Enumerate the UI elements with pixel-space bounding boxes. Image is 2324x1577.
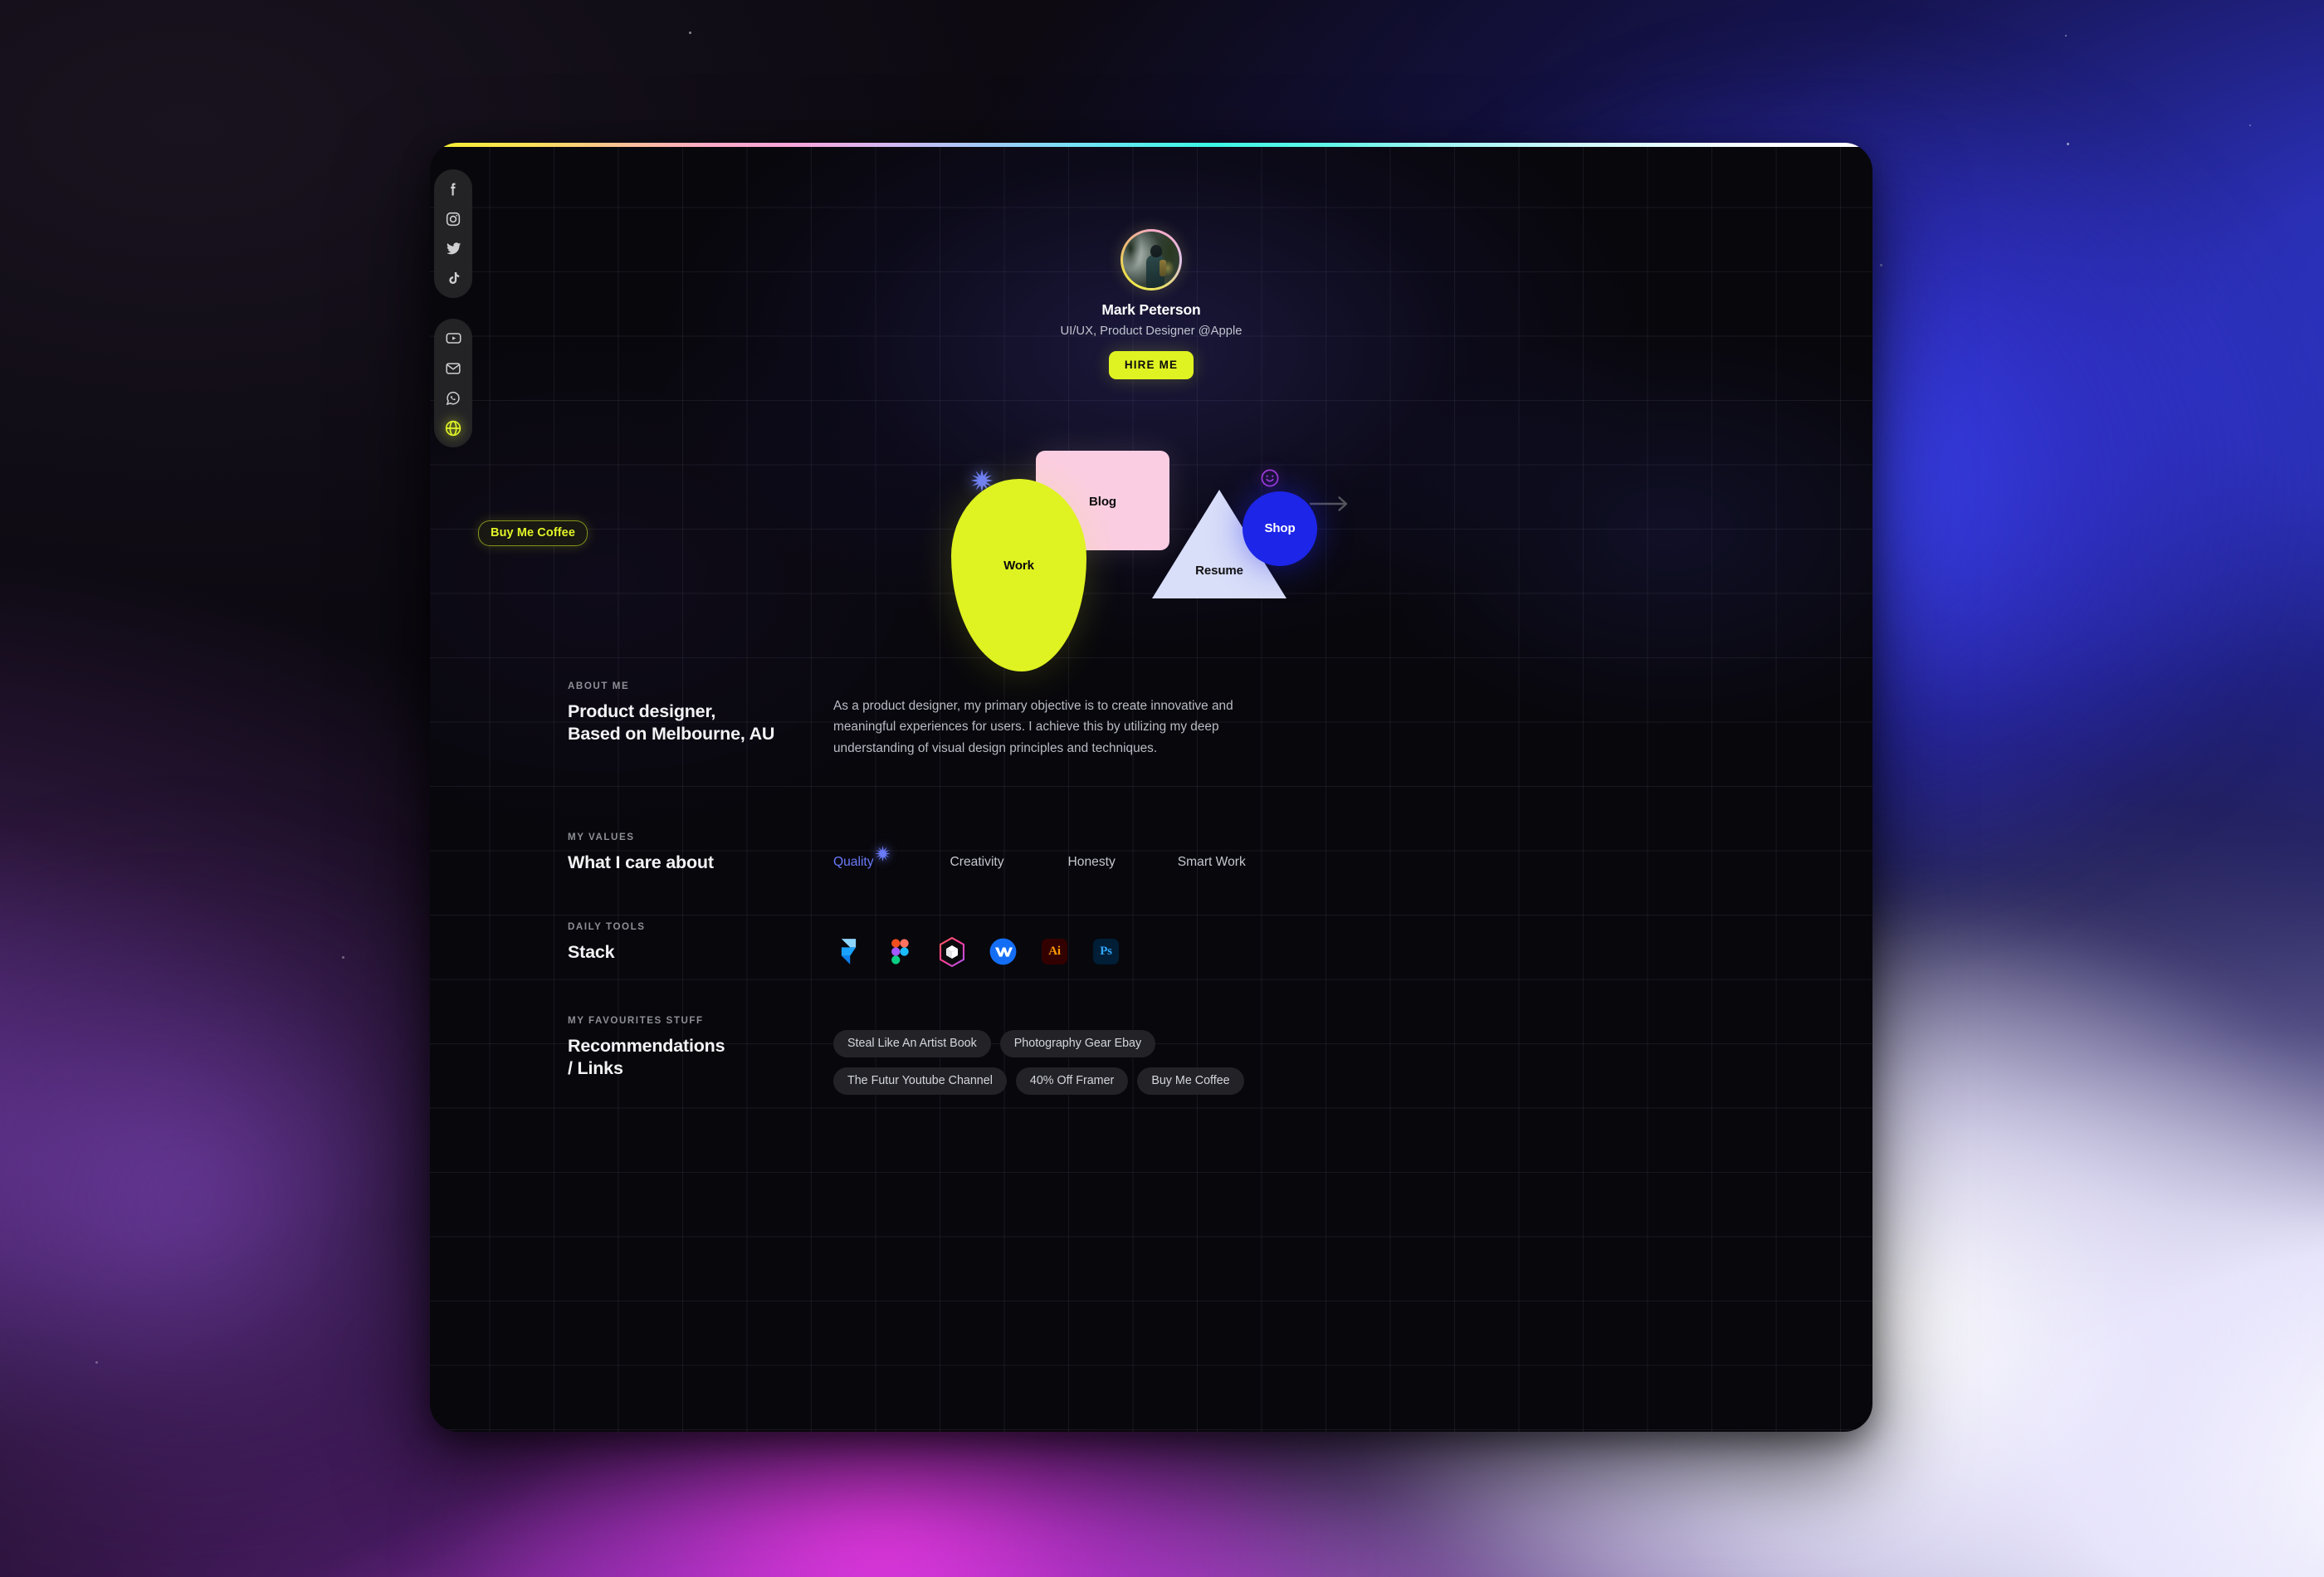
framer-icon[interactable] <box>833 936 864 967</box>
values-list: Quality Creativity Honesty Smart Work <box>833 832 1773 870</box>
tiktok-icon[interactable] <box>442 267 465 290</box>
about-title-line-1: Product designer, <box>568 701 716 721</box>
values-label: My Values <box>568 831 635 842</box>
recs-title-line-2: / Links <box>568 1058 623 1079</box>
tools-heading-group: Daily Tools Stack <box>568 921 833 964</box>
recs-label: My Favourites Stuff <box>568 1015 704 1027</box>
avatar-gradient-ring <box>1120 229 1182 290</box>
section-values: My Values What I care about Quality Crea… <box>568 832 1773 874</box>
section-tools: Daily Tools Stack <box>568 921 1773 967</box>
hire-me-button[interactable]: HIRE ME <box>1108 351 1194 379</box>
value-sparkle-icon <box>874 845 891 862</box>
twitter-icon[interactable] <box>442 237 465 260</box>
value-item-smart-work[interactable]: Smart Work <box>1178 855 1246 870</box>
device-card: Buy Me Coffee Mark Peterson UI/UX, Produ… <box>430 143 1872 1432</box>
about-title: Product designer, Based on Melbourne, AU <box>568 701 833 746</box>
values-heading-group: My Values What I care about <box>568 832 833 874</box>
values-title: What I care about <box>568 852 714 872</box>
spline-icon[interactable] <box>936 936 967 967</box>
whatsapp-icon[interactable] <box>442 387 465 409</box>
star-speck <box>342 956 344 959</box>
star-speck <box>2249 124 2251 126</box>
tools-list: Ai Ps <box>833 921 1773 967</box>
shape-nav-shop[interactable]: Shop <box>1243 491 1317 566</box>
social-rail-primary <box>434 169 472 298</box>
youtube-icon[interactable] <box>442 327 465 349</box>
about-body-text: As a product designer, my primary object… <box>833 699 1233 755</box>
about-heading-group: About Me Product designer, Based on Melb… <box>568 681 833 746</box>
rec-chip[interactable]: Steal Like An Artist Book <box>833 1030 991 1058</box>
section-about: About Me Product designer, Based on Melb… <box>568 681 1773 759</box>
email-icon[interactable] <box>442 357 465 379</box>
value-item-creativity[interactable]: Creativity <box>950 855 1004 870</box>
section-recommendations: My Favourites Stuff Recommendations / Li… <box>568 1015 1773 1105</box>
tools-label: Daily Tools <box>568 921 646 933</box>
recs-title: Recommendations / Links <box>568 1035 833 1081</box>
about-title-line-2: Based on Melbourne, AU <box>568 724 775 745</box>
recs-chip-groups: Steal Like An Artist Book Photography Ge… <box>833 1015 1773 1105</box>
recs-chip-row: Steal Like An Artist Book Photography Ge… <box>833 1030 1773 1058</box>
figma-icon[interactable] <box>885 936 915 967</box>
social-rail-secondary <box>434 319 472 447</box>
content-sections: About Me Product designer, Based on Melb… <box>568 681 1773 1105</box>
avatar-person-bag <box>1160 260 1166 276</box>
illustrator-badge: Ai <box>1042 939 1067 965</box>
smiley-face-icon <box>1260 468 1280 488</box>
value-item-honesty[interactable]: Honesty <box>1068 855 1116 870</box>
star-speck <box>2065 35 2067 37</box>
avatar[interactable] <box>1123 232 1179 288</box>
buy-me-coffee-pill[interactable]: Buy Me Coffee <box>478 520 588 546</box>
shape-label-work: Work <box>1003 559 1034 573</box>
rainbow-top-border <box>430 143 1872 147</box>
tools-title: Stack <box>568 942 615 963</box>
rec-chip[interactable]: The Futur Youtube Channel <box>833 1067 1007 1096</box>
profile-name: Mark Peterson <box>1101 301 1201 318</box>
globe-icon[interactable] <box>442 417 465 439</box>
rec-chip[interactable]: Photography Gear Ebay <box>999 1030 1156 1058</box>
recs-chip-row: The Futur Youtube Channel 40% Off Framer… <box>833 1067 1773 1096</box>
shape-nav-work[interactable]: Work <box>951 479 1086 671</box>
recs-heading-group: My Favourites Stuff Recommendations / Li… <box>568 1015 833 1081</box>
avatar-foliage-left <box>1123 232 1141 270</box>
about-body-wrap: As a product designer, my primary object… <box>833 681 1242 759</box>
arrow-right-icon <box>1308 495 1350 513</box>
instagram-icon[interactable] <box>442 208 465 230</box>
photoshop-icon[interactable]: Ps <box>1091 936 1121 967</box>
star-speck <box>689 32 691 34</box>
rec-chip[interactable]: 40% Off Framer <box>1015 1067 1129 1096</box>
recs-title-line-1: Recommendations <box>568 1036 725 1057</box>
star-speck <box>95 1361 98 1364</box>
avatar-person-head <box>1150 245 1162 257</box>
star-speck <box>2067 143 2069 145</box>
about-label: About Me <box>568 681 630 691</box>
rec-chip[interactable]: Buy Me Coffee <box>1137 1067 1244 1096</box>
value-label-quality: Quality <box>833 854 874 869</box>
facebook-icon[interactable] <box>442 178 465 200</box>
profile-tagline: UI/UX, Product Designer @Apple <box>1060 325 1243 338</box>
shape-navigation: Work Blog Resume Shop <box>430 451 1872 671</box>
photoshop-badge: Ps <box>1093 939 1119 965</box>
illustrator-icon[interactable]: Ai <box>1039 936 1070 967</box>
shape-label-shop: Shop <box>1264 521 1296 535</box>
profile-block: Mark Peterson UI/UX, Product Designer @A… <box>430 229 1872 379</box>
webflow-icon[interactable] <box>988 936 1018 967</box>
value-item-quality[interactable]: Quality <box>833 845 891 870</box>
star-speck <box>1880 264 1882 266</box>
